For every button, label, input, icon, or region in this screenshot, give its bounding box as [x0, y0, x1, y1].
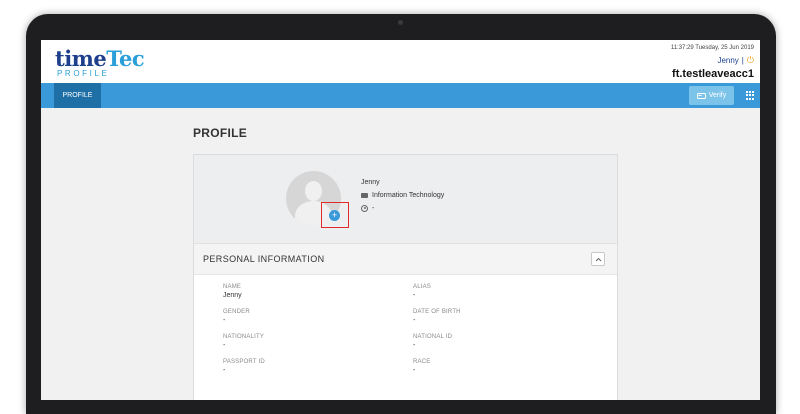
personal-info-header[interactable]: PERSONAL INFORMATION	[194, 243, 617, 275]
field-alias: ALIAS -	[413, 284, 431, 299]
field-value: -	[223, 342, 226, 349]
field-value: -	[413, 292, 416, 299]
verify-label: Verify	[708, 92, 727, 99]
field-value: -	[413, 367, 416, 374]
field-date-of-birth: DATE OF BIRTH -	[413, 309, 461, 324]
user-name-link[interactable]: Jenny	[717, 56, 738, 65]
tab-profile[interactable]: PROFILE	[54, 83, 101, 108]
field-label: GENDER	[223, 309, 250, 315]
verify-button[interactable]: Verify	[689, 86, 734, 105]
profile-manager: -	[361, 205, 374, 212]
briefcase-icon	[361, 193, 368, 198]
current-datetime: 11:37:29 Tuesday, 25 Jun 2019	[670, 45, 754, 51]
field-label: NAME	[223, 284, 242, 290]
user-circle-icon	[361, 205, 368, 212]
profile-department: Information Technology	[361, 192, 444, 199]
profile-name: Jenny	[361, 179, 380, 186]
field-national-id: NATIONAL ID -	[413, 334, 452, 349]
verify-card-icon	[696, 92, 706, 99]
field-gender: GENDER -	[223, 309, 250, 324]
power-icon[interactable]: ⏻	[747, 55, 754, 65]
manager-value: -	[372, 205, 375, 212]
field-nationality: NATIONALITY -	[223, 334, 264, 349]
avatar-head-shape	[305, 181, 322, 201]
field-value: -	[223, 317, 226, 324]
field-passport-id: PASSPORT ID -	[223, 359, 265, 374]
app-screen: timeTec PROFILE 11:37:29 Tuesday, 25 Jun…	[41, 40, 760, 400]
field-label: NATIONALITY	[223, 334, 265, 340]
field-label: RACE	[413, 359, 431, 365]
field-label: DATE OF BIRTH	[413, 309, 461, 315]
main-nav: PROFILE Verify	[41, 83, 760, 108]
company-name: ft.testleaveacc1	[672, 68, 754, 80]
user-separator: |	[741, 56, 744, 65]
field-label: PASSPORT ID	[223, 359, 265, 365]
field-label: NATIONAL ID	[413, 334, 453, 340]
logo-part-time: time	[55, 46, 107, 71]
page-title: PROFILE	[193, 126, 248, 140]
user-line: Jenny | ⏻	[717, 55, 754, 66]
collapse-button[interactable]	[591, 252, 605, 266]
laptop-camera	[398, 20, 403, 25]
field-value: -	[223, 367, 226, 374]
field-name: NAME Jenny	[223, 284, 242, 299]
department-value: Information Technology	[372, 192, 445, 199]
profile-summary: + Jenny Information Technology -	[194, 155, 617, 243]
section-title: PERSONAL INFORMATION	[203, 254, 325, 264]
highlight-box	[321, 202, 349, 228]
field-value: Jenny	[223, 292, 242, 299]
field-value: -	[413, 342, 416, 349]
logo-part-tec: Tec	[106, 46, 145, 71]
chevron-up-icon	[595, 257, 601, 261]
field-value: -	[413, 317, 416, 324]
timetec-logo[interactable]: timeTec PROFILE	[55, 46, 145, 78]
logo-wordmark: timeTec	[55, 46, 145, 71]
logo-subtitle: PROFILE	[57, 69, 110, 78]
top-header: timeTec PROFILE 11:37:29 Tuesday, 25 Jun…	[41, 40, 760, 83]
field-label: ALIAS	[413, 284, 432, 290]
profile-card: + Jenny Information Technology - PERSONA…	[193, 154, 618, 400]
field-race: RACE -	[413, 359, 430, 374]
grid-icon[interactable]	[746, 91, 755, 100]
